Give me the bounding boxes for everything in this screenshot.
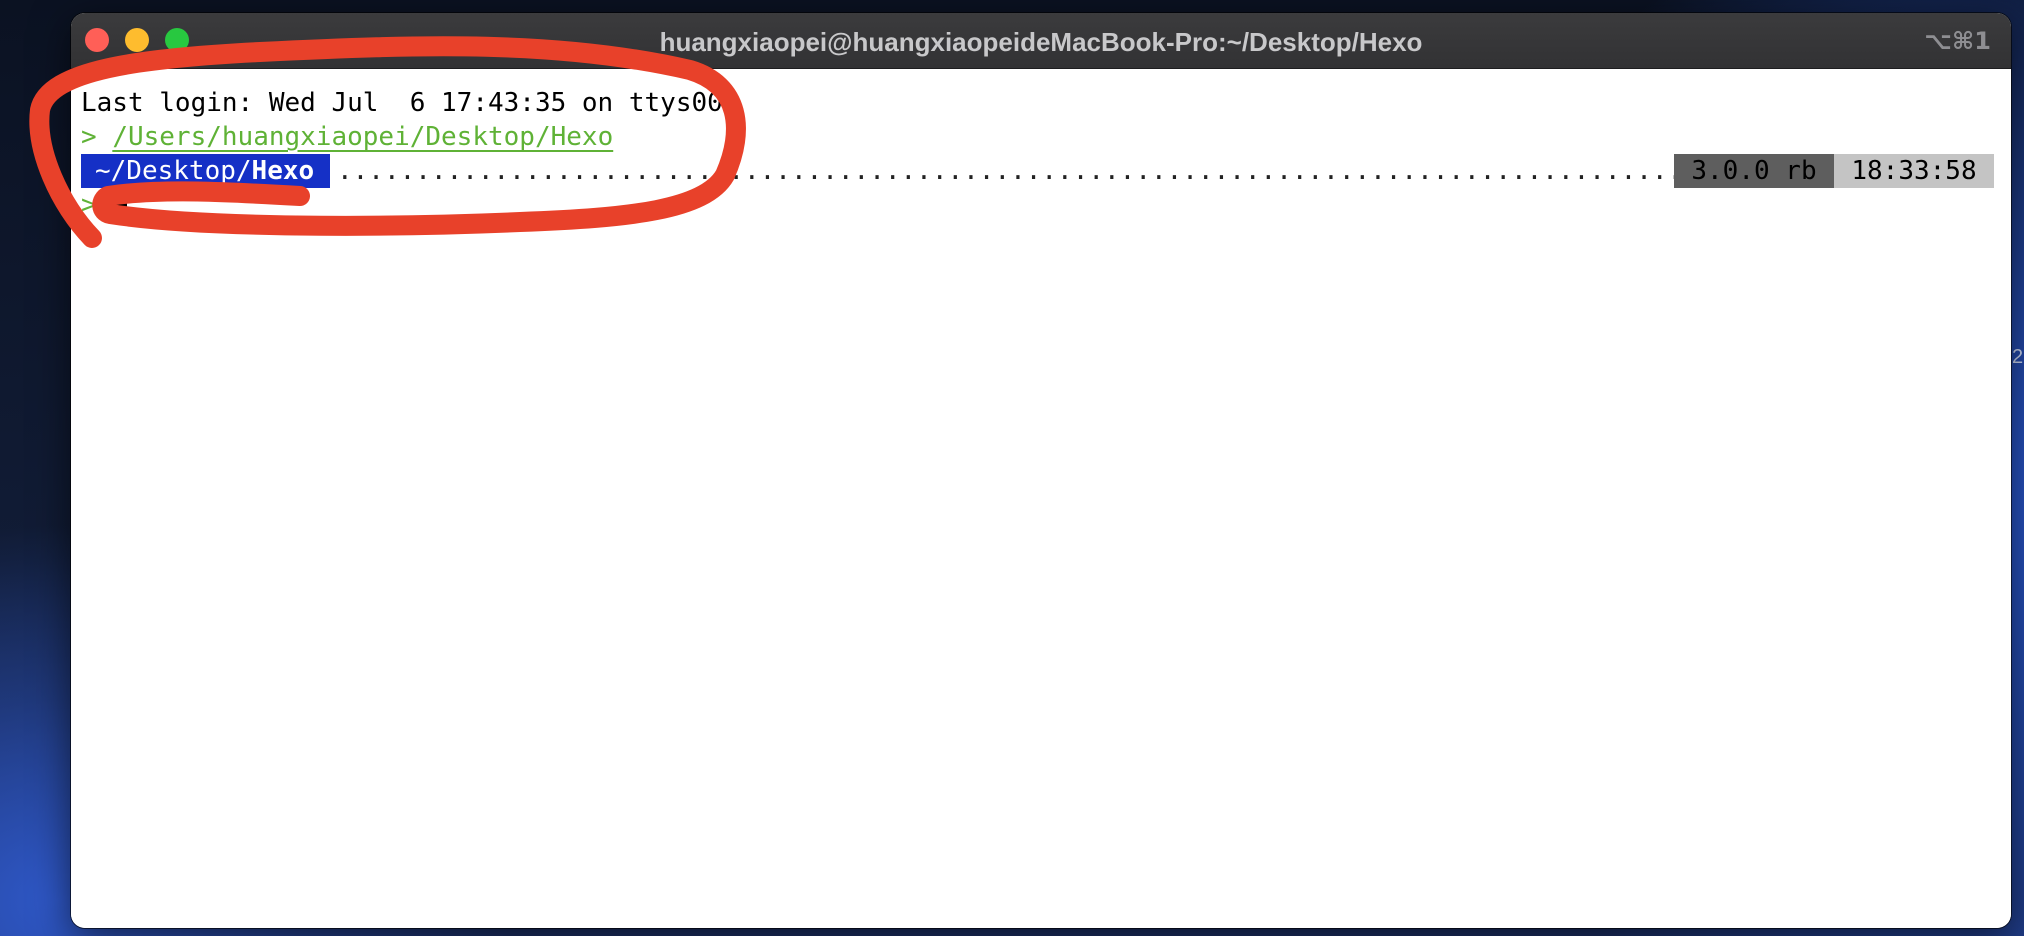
terminal-window[interactable]: huangxiaopei@huangxiaopeideMacBook-Pro:~…: [71, 13, 2011, 928]
input-prompt-symbol: >: [81, 190, 97, 220]
text-cursor: [115, 188, 127, 222]
ruby-version-segment: 3.0.0 rb: [1674, 154, 1834, 188]
prompt-dir-current: Hexo: [251, 156, 315, 186]
title-bar[interactable]: huangxiaopei@huangxiaopeideMacBook-Pro:~…: [71, 13, 2011, 69]
window-shortcut-label: ⌥⌘1: [1924, 27, 1991, 55]
last-login-line: Last login: Wed Jul 6 17:43:35 on ttys00…: [81, 88, 739, 118]
terminal-content[interactable]: Last login: Wed Jul 6 17:43:35 on ttys00…: [71, 69, 2011, 928]
cd-line: > /Users/huangxiaopei/Desktop/Hexo: [81, 120, 613, 154]
window-title: huangxiaopei@huangxiaopeideMacBook-Pro:~…: [659, 27, 1423, 57]
prompt-directory-segment: ~/Desktop/Hexo: [81, 154, 331, 188]
prompt-status-line: ~/Desktop/Hexo .........................…: [81, 154, 1994, 188]
prompt-dir-prefix: ~/Desktop/: [95, 156, 252, 186]
time-segment: 18:33:58: [1834, 154, 1994, 188]
cd-path: /Users/huangxiaopei/Desktop/Hexo: [112, 122, 614, 152]
cd-prompt-symbol: >: [81, 122, 113, 152]
desktop-edge-text: 2: [2012, 346, 2024, 368]
prompt-filler-dots: ........................................…: [337, 156, 1674, 186]
